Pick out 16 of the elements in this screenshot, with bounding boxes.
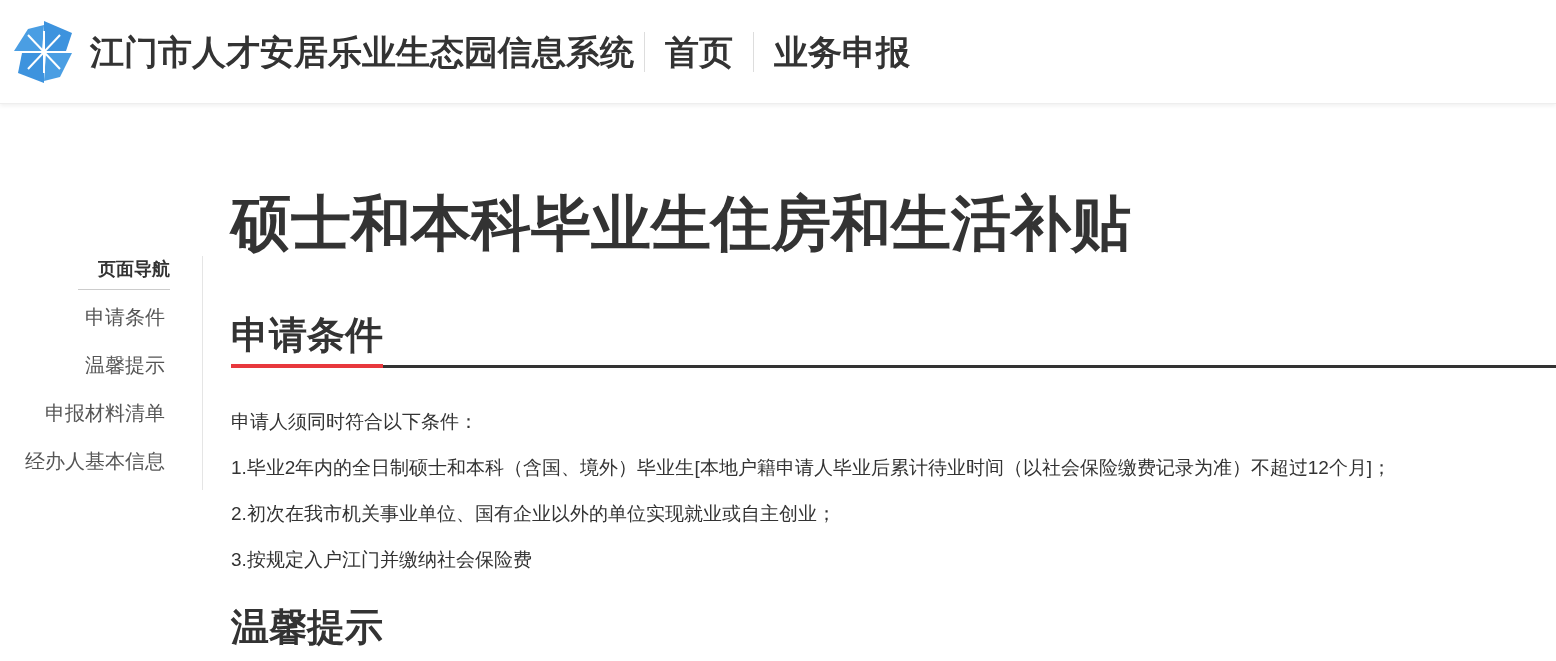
logo-icon (14, 20, 74, 83)
sidebar-link[interactable]: 温馨提示 (85, 352, 165, 378)
sidebar-link[interactable]: 申请条件 (85, 304, 165, 330)
sidebar-link[interactable]: 申报材料清单 (45, 400, 165, 426)
section-heading: 温馨提示 (231, 605, 384, 650)
sidebar-title: 页面导航 (78, 256, 170, 290)
paragraph: 3.按规定入户江门并缴纳社会保险费 (231, 548, 533, 572)
nav-link[interactable]: 首页 (645, 31, 754, 72)
paragraph: 1.毕业2年内的全日制硕士和本科（含国、境外）毕业生[本地户籍申请人毕业后累计待业时间（以社会保险缴费记录为准）不超过12个月]； (231, 456, 1393, 480)
paragraph: 2.初次在我市机关事业单位、国有企业以外的单位实现就业或自主创业； (231, 502, 837, 526)
system-title: 江门市人才安居乐业生态园信息系统 (90, 31, 645, 72)
nav-link[interactable]: 业务申报 (754, 31, 930, 72)
section-heading: 申请条件 (231, 310, 383, 368)
page-title: 硕士和本科毕业生住房和生活补贴 (231, 189, 1132, 259)
sidebar-link[interactable]: 经办人基本信息 (25, 448, 165, 474)
paragraph: 申请人须同时符合以下条件： (231, 410, 479, 434)
